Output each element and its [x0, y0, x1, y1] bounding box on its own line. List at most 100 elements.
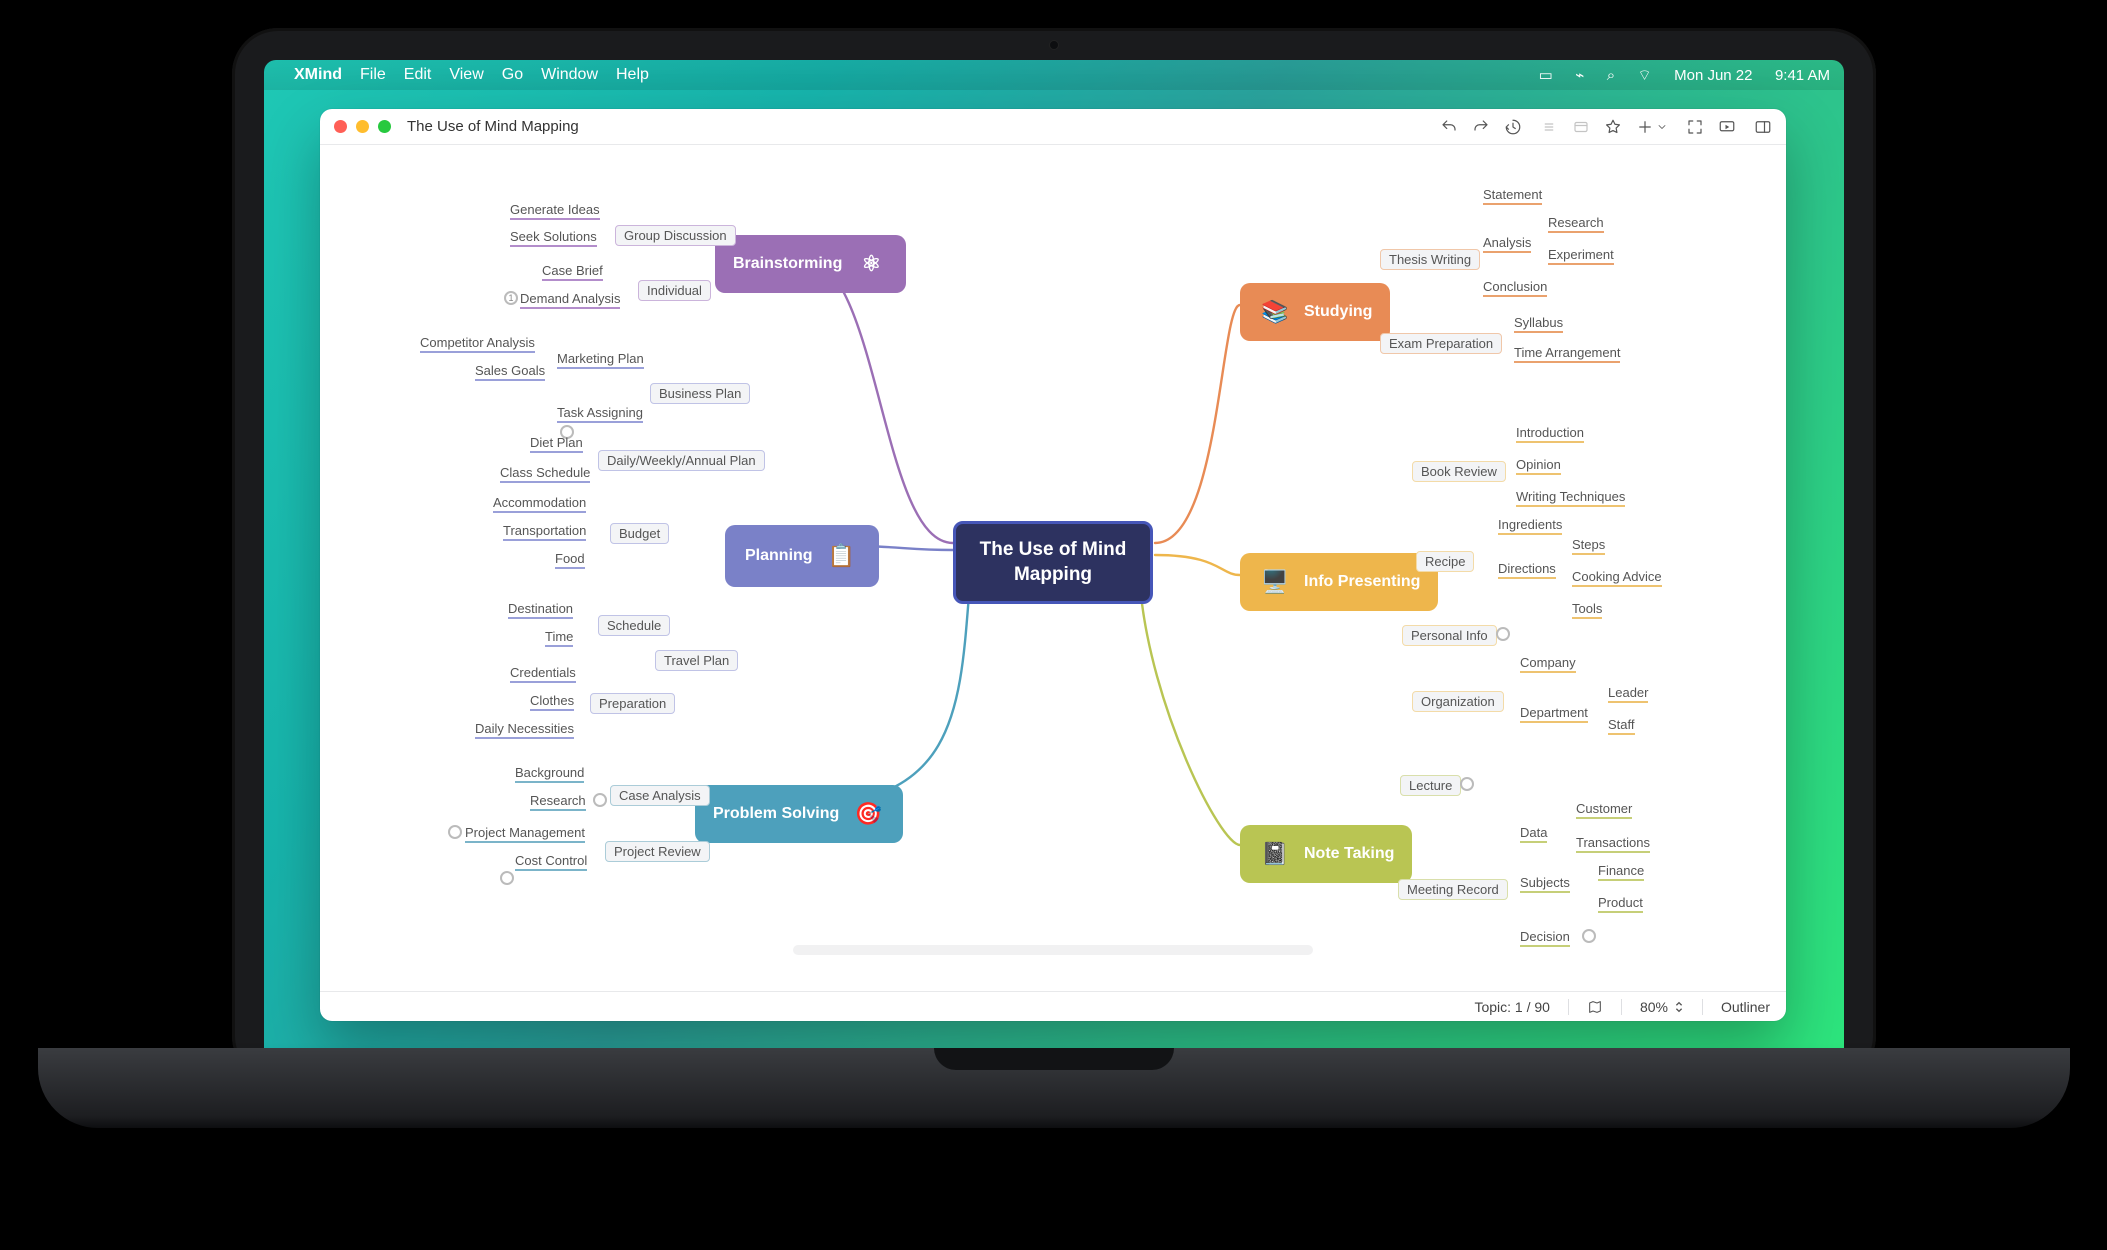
leaf[interactable]: Steps [1572, 537, 1605, 552]
leaf[interactable]: Marketing Plan [557, 351, 644, 366]
leaf[interactable]: Time Arrangement [1514, 345, 1620, 360]
leaf[interactable]: Clothes [530, 693, 574, 708]
leaf[interactable]: Cooking Advice [1572, 569, 1662, 584]
chip-personal-info[interactable]: Personal Info [1402, 625, 1497, 646]
leaf[interactable]: Generate Ideas [510, 202, 600, 217]
star-icon[interactable] [1604, 118, 1622, 136]
leaf[interactable]: Customer [1576, 801, 1632, 816]
priority-marker[interactable] [1460, 777, 1474, 791]
leaf[interactable]: Transactions [1576, 835, 1650, 850]
battery-icon[interactable]: ▭ [1539, 67, 1553, 84]
leaf[interactable]: Staff [1608, 717, 1635, 732]
leaf[interactable]: Statement [1483, 187, 1542, 202]
leaf[interactable]: Credentials [510, 665, 576, 680]
chip-thesis-writing[interactable]: Thesis Writing [1380, 249, 1480, 270]
leaf[interactable]: Decision [1520, 929, 1570, 944]
leaf[interactable]: Transportation [503, 523, 586, 538]
leaf[interactable]: Department [1520, 705, 1588, 720]
menu-file[interactable]: File [360, 66, 386, 84]
leaf[interactable]: Data [1520, 825, 1547, 840]
leaf[interactable]: Subjects [1520, 875, 1570, 890]
chip-lecture[interactable]: Lecture [1400, 775, 1461, 796]
menubar-date[interactable]: Mon Jun 22 [1674, 67, 1752, 84]
chip-case-analysis[interactable]: Case Analysis [610, 785, 710, 806]
horizontal-scrollbar[interactable] [793, 945, 1313, 955]
leaf[interactable]: Diet Plan [530, 435, 583, 450]
menu-go[interactable]: Go [502, 66, 523, 84]
leaf[interactable]: Class Schedule [500, 465, 590, 480]
leaf[interactable]: Project Management [465, 825, 585, 840]
leaf[interactable]: Analysis [1483, 235, 1531, 250]
chip-business-plan[interactable]: Business Plan [650, 383, 750, 404]
menu-edit[interactable]: Edit [404, 66, 432, 84]
leaf[interactable]: Accommodation [493, 495, 586, 510]
leaf[interactable]: Leader [1608, 685, 1648, 700]
priority-marker[interactable] [1582, 929, 1596, 943]
leaf[interactable]: Demand Analysis [520, 291, 620, 306]
undo-icon[interactable] [1440, 118, 1458, 136]
branch-studying[interactable]: 📚 Studying [1240, 283, 1390, 341]
branch-info-presenting[interactable]: 🖥️ Info Presenting [1240, 553, 1438, 611]
branch-note-taking[interactable]: 📓 Note Taking [1240, 825, 1412, 883]
leaf[interactable]: Syllabus [1514, 315, 1563, 330]
menu-view[interactable]: View [449, 66, 483, 84]
present-icon[interactable] [1718, 118, 1736, 136]
priority-marker[interactable] [1496, 627, 1510, 641]
leaf[interactable]: Research [530, 793, 586, 808]
leaf[interactable]: Food [555, 551, 585, 566]
branch-planning[interactable]: Planning 📋 [725, 525, 879, 587]
priority-marker[interactable] [593, 793, 607, 807]
leaf[interactable]: Finance [1598, 863, 1644, 878]
leaf[interactable]: Sales Goals [475, 363, 545, 378]
chip-group-discussion[interactable]: Group Discussion [615, 225, 736, 246]
spotlight-icon[interactable]: ⌕ [1607, 67, 1615, 84]
chip-budget[interactable]: Budget [610, 523, 669, 544]
leaf[interactable]: Ingredients [1498, 517, 1562, 532]
chip-schedule[interactable]: Schedule [598, 615, 670, 636]
menu-help[interactable]: Help [616, 66, 649, 84]
leaf[interactable]: Opinion [1516, 457, 1561, 472]
map-overview-icon[interactable] [1587, 999, 1603, 1015]
chip-organization[interactable]: Organization [1412, 691, 1504, 712]
leaf[interactable]: Time [545, 629, 573, 644]
reorder-icon[interactable] [1540, 118, 1558, 136]
leaf[interactable]: Seek Solutions [510, 229, 597, 244]
leaf[interactable]: Cost Control [515, 853, 587, 868]
chip-preparation[interactable]: Preparation [590, 693, 675, 714]
priority-marker[interactable] [448, 825, 462, 839]
leaf[interactable]: Company [1520, 655, 1576, 670]
leaf[interactable]: Conclusion [1483, 279, 1547, 294]
leaf[interactable]: Writing Techniques [1516, 489, 1625, 504]
close-window-button[interactable] [334, 120, 347, 133]
leaf[interactable]: Experiment [1548, 247, 1614, 262]
outliner-button[interactable]: Outliner [1721, 999, 1770, 1015]
leaf[interactable]: Competitor Analysis [420, 335, 535, 350]
branch-problem-solving[interactable]: Problem Solving 🎯 [695, 785, 903, 843]
leaf[interactable]: Destination [508, 601, 573, 616]
branch-brainstorming[interactable]: Brainstorming ⚛ [715, 235, 906, 293]
history-icon[interactable] [1504, 118, 1522, 136]
control-center-icon[interactable]: ⌁ [1575, 67, 1584, 84]
leaf[interactable]: Tools [1572, 601, 1602, 616]
minimize-window-button[interactable] [356, 120, 369, 133]
priority-marker[interactable] [500, 871, 514, 885]
chip-meeting-record[interactable]: Meeting Record [1398, 879, 1508, 900]
leaf[interactable]: Introduction [1516, 425, 1584, 440]
fullscreen-icon[interactable] [1686, 118, 1704, 136]
zoom-window-button[interactable] [378, 120, 391, 133]
leaf[interactable]: Product [1598, 895, 1643, 910]
redo-icon[interactable] [1472, 118, 1490, 136]
wifi-icon[interactable]: ⌔ [1638, 67, 1652, 84]
chip-exam-preparation[interactable]: Exam Preparation [1380, 333, 1502, 354]
leaf[interactable]: Directions [1498, 561, 1556, 576]
chip-book-review[interactable]: Book Review [1412, 461, 1506, 482]
add-button[interactable] [1636, 118, 1668, 136]
mindmap-canvas[interactable]: The Use of Mind Mapping Brainstorming ⚛ … [320, 145, 1786, 991]
zoom-level[interactable]: 80% [1640, 999, 1684, 1015]
chip-individual[interactable]: Individual [638, 280, 711, 301]
chip-project-review[interactable]: Project Review [605, 841, 710, 862]
sidebar-toggle-icon[interactable] [1754, 118, 1772, 136]
priority-marker[interactable]: 1 [504, 291, 518, 305]
menubar-time[interactable]: 9:41 AM [1775, 67, 1830, 84]
central-topic[interactable]: The Use of Mind Mapping [953, 521, 1153, 604]
